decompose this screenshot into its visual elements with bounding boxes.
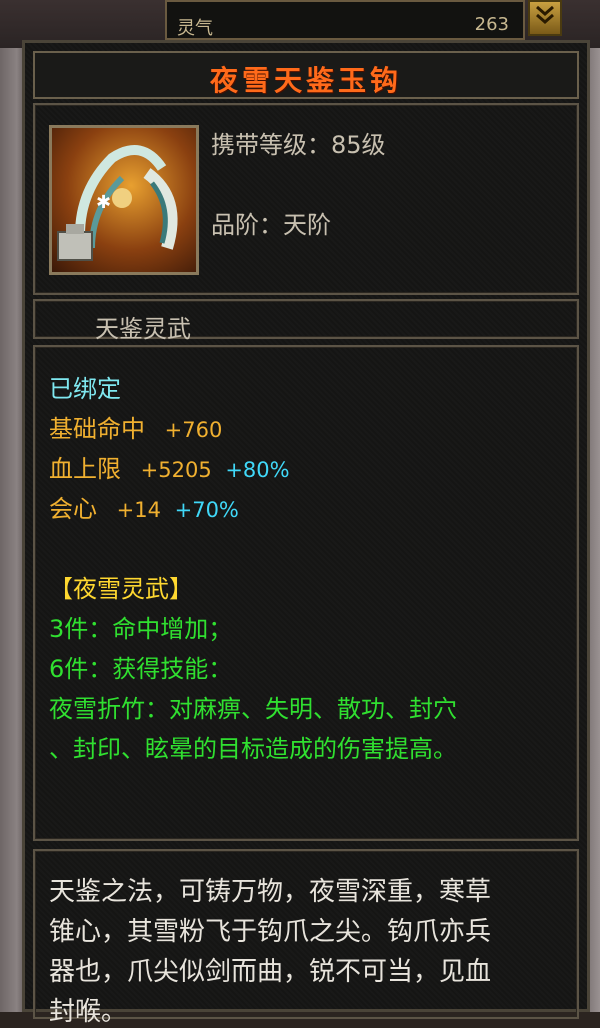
stat-value: +14 (116, 498, 161, 522)
description-line: 封喉。 (49, 997, 128, 1027)
description-line: 器也，爪尖似剑而曲，锐不可当，见血 (49, 957, 492, 987)
stat-value: +5205 (140, 458, 212, 482)
svg-text:✱: ✱ (96, 192, 111, 213)
set-skill-line: 、封印、眩晕的目标造成的伤害提高。 (49, 735, 457, 763)
set-bonus-6: 6件：获得技能： (49, 655, 233, 683)
description-panel: 天鉴之法，可铸万物，夜雪深重，寒草 锥心，其雪粉飞于钩爪之尖。钩爪亦兵 器也，爪… (33, 849, 579, 1027)
stat-row-crit: 会心 +14 +70% (49, 489, 239, 524)
jade-hook-weapon-icon: ✱ (49, 125, 199, 275)
stat-bonus: +70% (174, 498, 239, 522)
double-chevron-down-icon[interactable] (528, 0, 562, 36)
stat-bonus: +80% (225, 458, 290, 482)
stat-label: 灵气 (177, 18, 213, 39)
stat-value: +760 (164, 418, 223, 442)
stat-row-hp: 血上限 +5205 +80% (49, 449, 290, 484)
carry-level: 携带等级：85级 (211, 131, 386, 159)
stat-value: 263 (474, 14, 509, 35)
item-tooltip: 夜雪天鉴玉钩 ✱ 携带等级：85级 品阶：天阶 天鉴灵武 已绑定 基础命中 +7… (22, 40, 590, 1027)
attributes-panel: 已绑定 基础命中 +760 血上限 +5205 +80% 会心 +14 +70%… (33, 345, 579, 841)
item-info-panel: ✱ 携带等级：85级 品阶：天阶 (33, 103, 579, 295)
item-category-row: 天鉴灵武 (33, 299, 579, 343)
stat-row-hit: 基础命中 +760 (49, 409, 222, 444)
description-line: 天鉴之法，可铸万物，夜雪深重，寒草 (49, 877, 492, 907)
set-bonus-3: 3件：命中增加； (49, 615, 233, 643)
item-name: 夜雪天鉴玉钩 (209, 64, 402, 97)
description-line: 锥心，其雪粉飞于钩爪之尖。钩爪亦兵 (49, 917, 492, 947)
background-stat-row: 灵气 263 (165, 0, 525, 40)
set-skill-line: 夜雪折竹：对麻痹、失明、散功、封穴 (49, 695, 457, 723)
item-grade: 品阶：天阶 (211, 211, 331, 239)
stat-label: 会心 (49, 495, 97, 523)
item-category: 天鉴灵武 (95, 315, 191, 343)
item-title-bar: 夜雪天鉴玉钩 (33, 51, 579, 99)
bind-status: 已绑定 (49, 375, 121, 403)
stat-label: 基础命中 (49, 415, 145, 443)
stat-label: 血上限 (49, 455, 121, 483)
set-name: 【夜雪灵武】 (49, 575, 193, 603)
